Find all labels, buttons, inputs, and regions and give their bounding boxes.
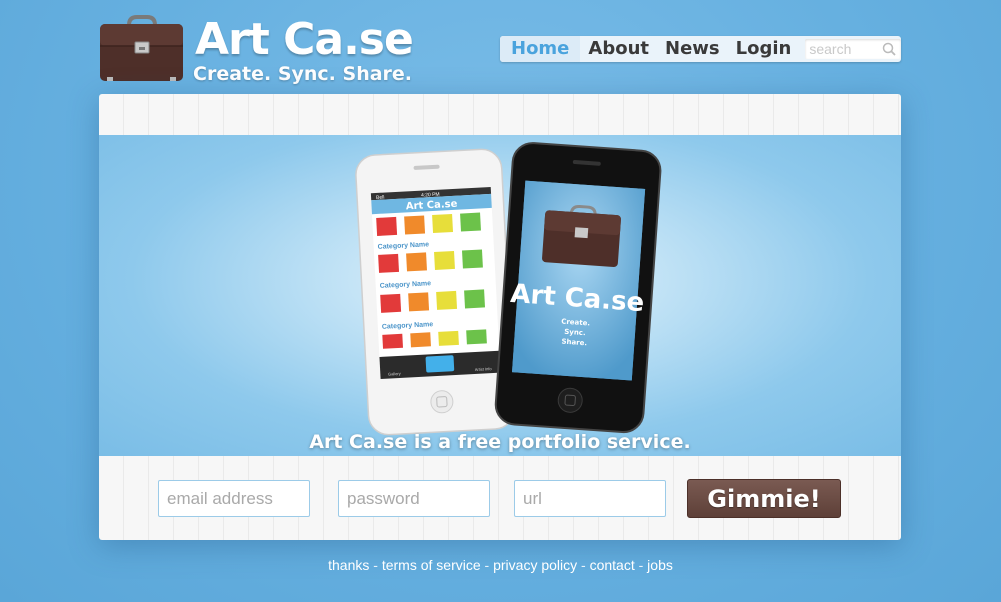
gimmie-button[interactable]: Gimmie! <box>687 479 841 518</box>
nav-login[interactable]: Login <box>728 36 800 62</box>
nav-about[interactable]: About <box>580 36 657 62</box>
hero-caption: Art Ca.se is a free portfolio service. <box>309 431 691 453</box>
nav-news[interactable]: News <box>657 36 728 62</box>
footer-link-thanks[interactable]: thanks <box>328 557 369 573</box>
phones-illustration: Bell 4:20 PM Art Ca.se Category Name Cat… <box>355 142 662 436</box>
hero-banner: Bell 4:20 PM Art Ca.se Category Name Cat… <box>99 135 901 456</box>
main-panel: Bell 4:20 PM Art Ca.se Category Name Cat… <box>99 94 901 540</box>
footer-separator: - <box>634 557 648 573</box>
footer-separator: - <box>369 557 382 573</box>
briefcase-logo-icon <box>100 15 183 81</box>
search-input[interactable] <box>805 39 884 59</box>
nav-home[interactable]: Home <box>500 36 581 62</box>
signup-form: Gimmie! <box>99 479 901 518</box>
footer-links: thanks - terms of service - privacy poli… <box>0 557 1001 573</box>
footer-separator: - <box>577 557 590 573</box>
black-phone: Art Ca.se Create. Sync. Share. <box>494 142 662 434</box>
footer-link-contact[interactable]: contact <box>590 557 635 573</box>
password-field[interactable] <box>338 480 490 517</box>
url-field[interactable] <box>514 480 666 517</box>
search-box <box>805 39 901 59</box>
footer-separator: - <box>480 557 494 573</box>
tab-gallery-label: Gallery <box>388 371 401 377</box>
footer-link-terms[interactable]: terms of service <box>382 557 481 573</box>
email-field[interactable] <box>158 480 310 517</box>
black-phone-tagline-2: Sync. <box>564 328 586 337</box>
search-icon[interactable] <box>882 42 896 56</box>
brand-title: Art Ca.se <box>195 14 414 65</box>
tab-artist-info-label: Artist Info <box>475 366 493 372</box>
white-phone: Bell 4:20 PM Art Ca.se Category Name Cat… <box>355 148 516 436</box>
footer-link-privacy[interactable]: privacy policy <box>493 557 577 573</box>
footer-link-jobs[interactable]: jobs <box>647 557 673 573</box>
main-nav: Home About News Login <box>500 36 901 62</box>
brand-tagline: Create. Sync. Share. <box>193 63 413 85</box>
